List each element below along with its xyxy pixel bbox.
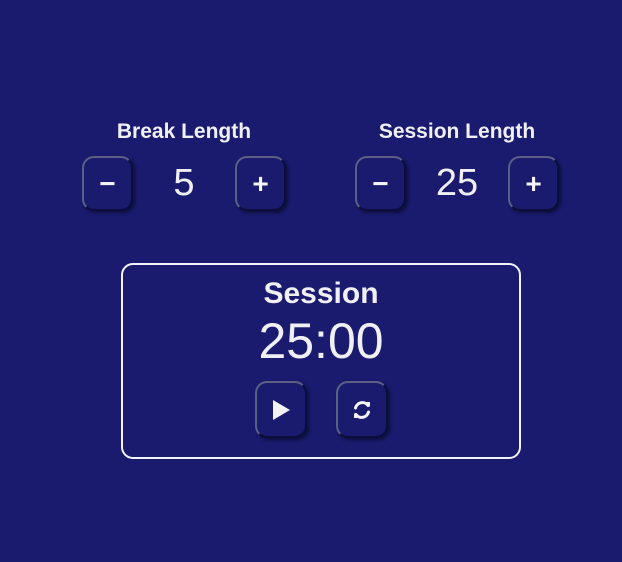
break-length-label: Break Length <box>116 120 252 143</box>
timer-panel: Session 25:00 <box>121 263 521 459</box>
plus-icon: + <box>252 167 269 199</box>
plus-icon: + <box>525 167 542 199</box>
session-length-control: Session Length − 25 + <box>352 118 562 211</box>
reset-button[interactable] <box>335 381 388 438</box>
session-length-row: − 25 + <box>352 156 562 211</box>
break-length-value: 5 <box>173 162 195 204</box>
session-length-label: Session Length <box>378 120 536 143</box>
minus-icon: − <box>99 167 116 199</box>
start-stop-button[interactable] <box>254 381 307 438</box>
break-length-control: Break Length − 5 + <box>79 118 289 211</box>
time-left: 25:00 <box>258 313 384 369</box>
timer-controls <box>123 381 519 438</box>
session-length-value: 25 <box>435 162 479 204</box>
break-increment-button[interactable]: + <box>235 156 286 211</box>
play-icon <box>271 399 291 421</box>
break-length-row: − 5 + <box>79 156 289 211</box>
timer-label: Session <box>263 277 379 310</box>
session-decrement-button[interactable]: − <box>355 156 406 211</box>
minus-icon: − <box>372 167 389 199</box>
session-increment-button[interactable]: + <box>508 156 559 211</box>
break-decrement-button[interactable]: − <box>82 156 133 211</box>
refresh-icon <box>351 399 373 421</box>
